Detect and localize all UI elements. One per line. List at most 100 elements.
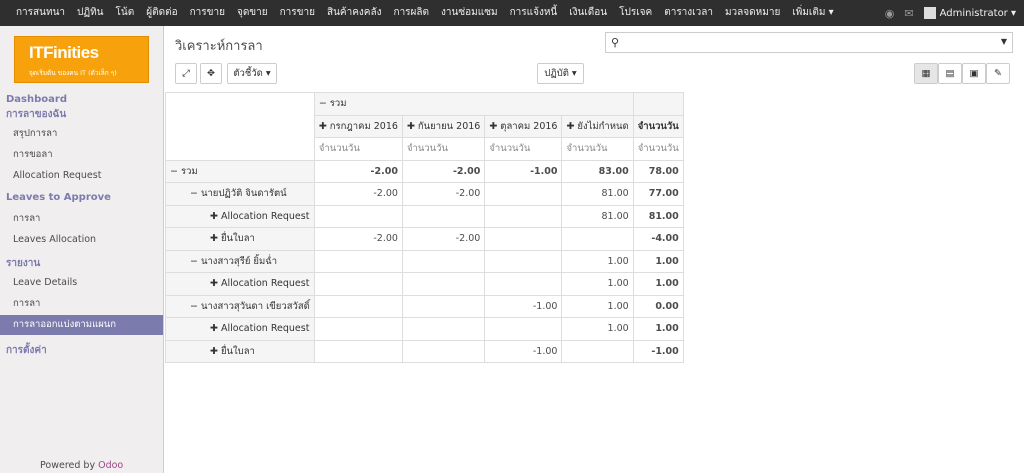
pivot-cell: 1.00 (632, 317, 684, 341)
pivot-cell: -2.00 (313, 159, 403, 183)
pivot-cell: -2.00 (401, 227, 486, 251)
expand-icon: ⤢ (182, 68, 190, 79)
top-menu-item[interactable]: เพิ่มเติม ▾ (786, 0, 839, 26)
powered-by: Powered by Odoo (40, 460, 123, 471)
calendar-view-button[interactable]: ▣ (962, 63, 986, 84)
action-button[interactable]: ปฏิบัติ ▾ (537, 63, 584, 84)
pivot-row-header[interactable]: − รวม (165, 159, 315, 183)
sidebar-section-dashboard[interactable]: Dashboard (6, 94, 67, 105)
sidebar-section-settings[interactable]: การตั้งค่า (6, 343, 47, 358)
pivot-cell (313, 249, 403, 273)
search-icon: ⚲ (611, 36, 620, 49)
pivot-measure-header: จำนวนวัน (484, 137, 563, 161)
top-menu-item[interactable]: จุดขาย (231, 0, 274, 26)
top-menu-item[interactable]: งานซ่อมแซม (435, 0, 504, 26)
pivot-cell (484, 317, 563, 341)
pivot-row-header[interactable]: − นางสาวสุรีย์ ยิ้มฉ่ำ (165, 249, 315, 273)
company-logo[interactable]: ITFinities จุดเริ่มต้น ของคน IT (ตัวเล็ก… (14, 36, 149, 83)
sidebar-section-my-leaves[interactable]: การลาของฉัน (6, 107, 66, 122)
pivot-cell (484, 272, 563, 296)
pivot-cell: 81.00 (561, 204, 634, 228)
expand-button[interactable]: ⤢ (175, 63, 197, 84)
sidebar-item-leaves-allocation[interactable]: Leaves Allocation (0, 230, 163, 250)
sidebar-item-requests[interactable]: การขอลา (0, 145, 163, 165)
user-menu[interactable]: Administrator ▾ (923, 7, 1016, 19)
pivot-measure-header: จำนวนวัน (632, 137, 684, 161)
sidebar-item-allocation-request[interactable]: Allocation Request (0, 166, 163, 186)
pivot-col-header[interactable]: ✚ ตุลาคม 2016 (484, 114, 563, 138)
main-content: วิเคราะห์การลา ⚲ ▼ ⤢ ✥ ตัวชี้วัด ▾ ปฏิบั… (165, 26, 1024, 473)
top-menu-item[interactable]: การแจ้งหนี้ (504, 0, 564, 26)
pivot-row: ✚ Allocation Request 1.00 1.00 (165, 317, 684, 341)
pivot-cell: 0.00 (632, 294, 684, 318)
pivot-cell: 78.00 (632, 159, 684, 183)
pivot-cell: 1.00 (561, 272, 634, 296)
calendar-icon: ▣ (969, 68, 979, 79)
chevron-down-icon[interactable]: ▼ (1001, 37, 1007, 46)
pivot-col-total-header[interactable]: − รวม (313, 92, 634, 116)
sidebar-item-summary[interactable]: สรุปการลา (0, 124, 163, 144)
pivot-cell: -2.00 (401, 182, 486, 206)
top-menu-item[interactable]: ปฏิทิน (71, 0, 110, 26)
pivot-measure-header: จำนวนวัน (561, 137, 634, 161)
top-menu-item[interactable]: โปรเจค (613, 0, 658, 26)
pivot-measure-header: จำนวนวัน (313, 137, 403, 161)
pivot-cell: -2.00 (313, 182, 403, 206)
pivot-row: − นางสาวสุรีย์ ยิ้มฉ่ำ 1.00 1.00 (165, 249, 684, 273)
pivot-cell (484, 204, 563, 228)
sidebar-item-by-department[interactable]: การลาออกแบ่งตามแผนก (0, 315, 163, 335)
measures-button[interactable]: ตัวชี้วัด ▾ (227, 63, 277, 84)
pivot-view-button[interactable]: ▦ (914, 63, 938, 84)
pivot-cell: -1.00 (484, 159, 563, 183)
pivot-cell (313, 294, 403, 318)
top-menu-item[interactable]: ตารางเวลา (658, 0, 719, 26)
top-menu-item[interactable]: โน้ต (110, 0, 141, 26)
sidebar-section-report[interactable]: รายงาน (6, 256, 40, 271)
pivot-col-header[interactable]: ✚ ยังไม่กำหนด (561, 114, 634, 138)
pivot-col-header[interactable]: ✚ กันยายน 2016 (401, 114, 486, 138)
sidebar-section-approve[interactable]: Leaves to Approve (6, 192, 111, 203)
pivot-row: ✚ Allocation Request 1.00 1.00 (165, 272, 684, 296)
pivot-row-header[interactable]: − นายปฏิวัติ จินดารัตน์ (165, 182, 315, 206)
avatar (923, 7, 936, 19)
sidebar-item-leave[interactable]: การลา (0, 209, 163, 229)
chat-icon[interactable]: ✉ (904, 7, 913, 20)
top-menu-item[interactable]: การขาย (184, 0, 231, 26)
help-icon[interactable]: ◉ (885, 7, 895, 20)
pivot-row-header[interactable]: ✚ Allocation Request (165, 317, 315, 341)
top-menu-item[interactable]: การผลิต (388, 0, 436, 26)
top-menu-item[interactable]: ผู้ติดต่อ (140, 0, 183, 26)
pivot-row: ✚ Allocation Request 81.00 81.00 (165, 204, 684, 228)
search-input[interactable]: ⚲ ▼ (605, 32, 1013, 53)
pivot-total-header: จำนวนวัน (632, 114, 684, 138)
top-menu-item[interactable]: การสนทนา (10, 0, 71, 26)
pivot-cell: 1.00 (561, 294, 634, 318)
pivot-col-header[interactable]: ✚ กรกฎาคม 2016 (313, 114, 403, 138)
top-menu-item[interactable]: การขาย (274, 0, 321, 26)
pivot-cell: -4.00 (632, 227, 684, 251)
pivot-row-header[interactable]: ✚ ยื่นใบลา (165, 339, 315, 363)
sidebar-item-leave-report[interactable]: การลา (0, 294, 163, 314)
pivot-cell (484, 182, 563, 206)
pivot-row: − นางสาวสุวันดา เขียวสวัสดิ์ -1.00 1.00 0.0… (165, 294, 684, 318)
pivot-cell (313, 339, 403, 363)
top-menu-item[interactable]: เงินเดือน (563, 0, 613, 26)
table-icon: ▦ (921, 68, 931, 79)
form-view-button[interactable]: ✎ (986, 63, 1010, 84)
powered-prefix: Powered by (40, 460, 99, 471)
pivot-row-header[interactable]: ✚ Allocation Request (165, 272, 315, 296)
pivot-cell (484, 227, 563, 251)
pivot-cell (401, 294, 486, 318)
flip-axis-button[interactable]: ✥ (200, 63, 222, 84)
top-menu-item[interactable]: สินค้าคงคลัง (321, 0, 388, 26)
pivot-row-header[interactable]: ✚ Allocation Request (165, 204, 315, 228)
graph-view-button[interactable]: ▤ (938, 63, 962, 84)
top-menu-item[interactable]: มวลจดหมาย (719, 0, 786, 26)
edit-icon: ✎ (994, 68, 1002, 79)
pivot-row-header[interactable]: − นางสาวสุวันดา เขียวสวัสดิ์ (165, 294, 315, 318)
pivot-row-header[interactable]: ✚ ยื่นใบลา (165, 227, 315, 251)
sidebar-item-leave-details[interactable]: Leave Details (0, 273, 163, 293)
pivot-cell: -2.00 (401, 159, 486, 183)
powered-brand[interactable]: Odoo (98, 460, 123, 471)
pivot-cell: 1.00 (561, 317, 634, 341)
